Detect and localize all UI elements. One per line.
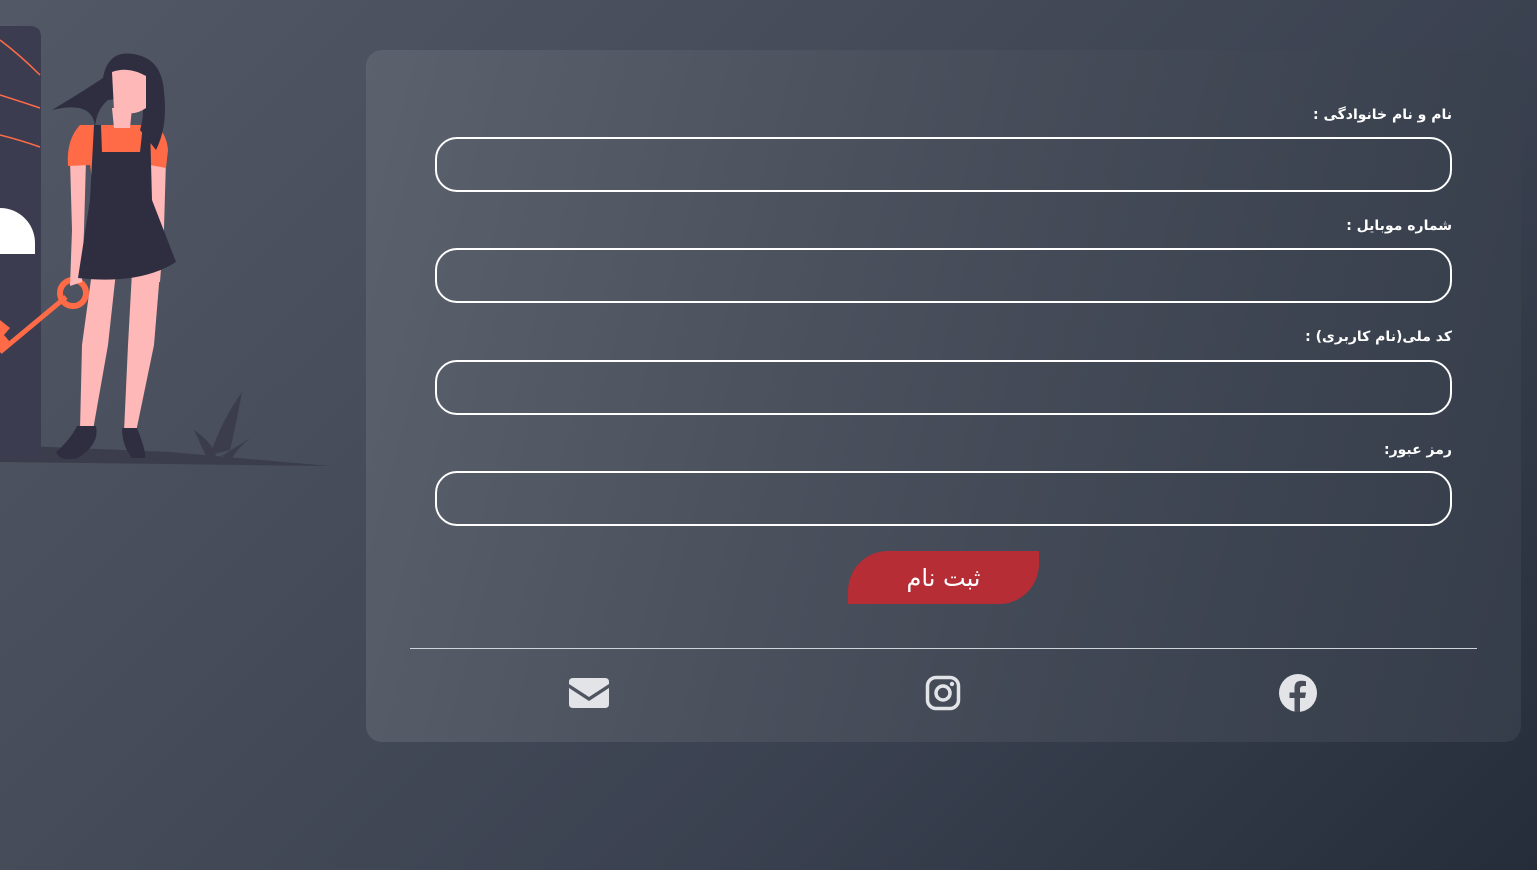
national-id-label: کد ملی(نام کاربری) : <box>1305 329 1452 345</box>
ground-shadow <box>0 445 330 466</box>
girl-with-key-illustration <box>0 26 330 466</box>
full-name-input[interactable] <box>435 137 1452 192</box>
facebook-icon <box>1279 674 1317 712</box>
password-label: رمز عبور: <box>1383 442 1452 458</box>
mail-link[interactable] <box>568 672 610 714</box>
mobile-number-label: شماره موبایل : <box>1346 218 1452 234</box>
mail-icon <box>569 678 609 708</box>
divider <box>410 648 1477 649</box>
password-input[interactable] <box>435 471 1452 526</box>
facebook-link[interactable] <box>1277 672 1319 714</box>
plant <box>194 392 250 458</box>
face <box>112 69 146 114</box>
full-name-label: نام و نام خانوادگی : <box>1312 107 1452 123</box>
registration-card: نام و نام خانوادگی : شماره موبایل : کد م… <box>366 50 1521 742</box>
register-button[interactable]: ثبت نام <box>848 551 1039 604</box>
instagram-icon <box>925 675 961 711</box>
national-id-input[interactable] <box>435 360 1452 415</box>
mobile-number-input[interactable] <box>435 248 1452 303</box>
instagram-link[interactable] <box>922 672 964 714</box>
